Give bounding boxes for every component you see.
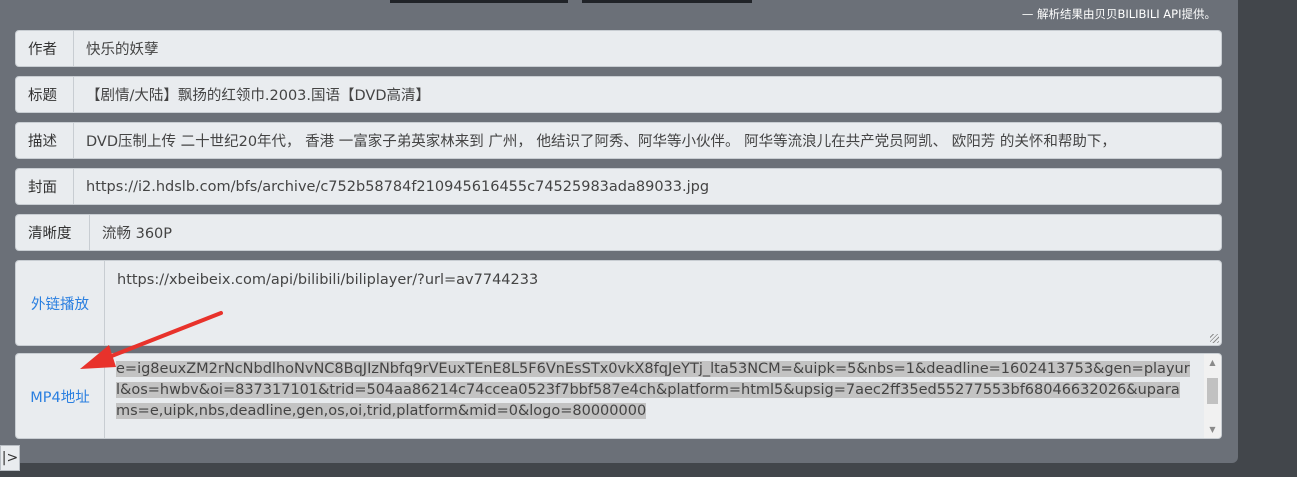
title-field: 标题 【剧情/大陆】飘扬的红领巾.2003.国语【DVD高清】 bbox=[15, 76, 1222, 113]
cover-field: 封面 https://i2.hdslb.com/bfs/archive/c752… bbox=[15, 168, 1222, 205]
embed-player-label[interactable]: 外链播放 bbox=[16, 261, 105, 345]
mp4-url-label[interactable]: MP4地址 bbox=[16, 354, 105, 438]
author-value[interactable]: 快乐的妖孽 bbox=[74, 31, 1221, 66]
quality-value[interactable]: 流畅 360P bbox=[90, 215, 1221, 250]
title-value[interactable]: 【剧情/大陆】飘扬的红领巾.2003.国语【DVD高清】 bbox=[74, 77, 1221, 112]
scroll-up-icon[interactable]: ▲ bbox=[1204, 354, 1221, 371]
mp4-url-scrollbar[interactable]: ▲ ▼ bbox=[1204, 354, 1221, 438]
scroll-thumb[interactable] bbox=[1207, 378, 1218, 404]
api-attribution: — 解析结果由贝贝BILIBILI API提供。 bbox=[1021, 7, 1216, 21]
mp4-url-textarea[interactable]: e=ig8euxZM2rNcNbdlhoNvNC8BqJIzNbfq9rVEux… bbox=[105, 354, 1221, 438]
description-label: 描述 bbox=[16, 123, 74, 158]
results-panel: — 解析结果由贝贝BILIBILI API提供。 作者 快乐的妖孽 标题 【剧情… bbox=[0, 0, 1238, 463]
resize-handle-icon[interactable] bbox=[1210, 334, 1219, 343]
cover-label: 封面 bbox=[16, 169, 74, 204]
author-field: 作者 快乐的妖孽 bbox=[15, 30, 1222, 67]
title-label: 标题 bbox=[16, 77, 74, 112]
quality-label: 清晰度 bbox=[16, 215, 90, 250]
mp4-url-selected-text: e=ig8euxZM2rNcNbdlhoNvNC8BqJIzNbfq9rVEux… bbox=[116, 361, 1190, 419]
description-field: 描述 DVD压制上传 二十世纪20年代， 香港 一富家子弟英家林来到 广州， 他… bbox=[15, 122, 1222, 159]
embed-url-textarea[interactable]: https://xbeibeix.com/api/bilibili/bilipl… bbox=[105, 261, 1221, 345]
expand-toggle-button[interactable]: |> bbox=[0, 445, 20, 471]
mp4-url-field: MP4地址 e=ig8euxZM2rNcNbdlhoNvNC8BqJIzNbfq… bbox=[15, 353, 1222, 439]
embed-url-text: https://xbeibeix.com/api/bilibili/bilipl… bbox=[117, 272, 539, 288]
video-preview-strip bbox=[582, 0, 752, 3]
mp4-url-content: e=ig8euxZM2rNcNbdlhoNvNC8BqJIzNbfq9rVEux… bbox=[116, 355, 1193, 422]
description-value[interactable]: DVD压制上传 二十世纪20年代， 香港 一富家子弟英家林来到 广州， 他结识了… bbox=[74, 123, 1221, 158]
author-label: 作者 bbox=[16, 31, 74, 66]
scroll-down-icon[interactable]: ▼ bbox=[1204, 421, 1221, 438]
embed-player-field: 外链播放 https://xbeibeix.com/api/bilibili/b… bbox=[15, 260, 1222, 346]
quality-field: 清晰度 流畅 360P bbox=[15, 214, 1222, 251]
video-preview-strip bbox=[390, 0, 568, 3]
scrolled-text-fragment bbox=[116, 354, 1193, 359]
cover-url-value[interactable]: https://i2.hdslb.com/bfs/archive/c752b58… bbox=[74, 169, 1221, 204]
